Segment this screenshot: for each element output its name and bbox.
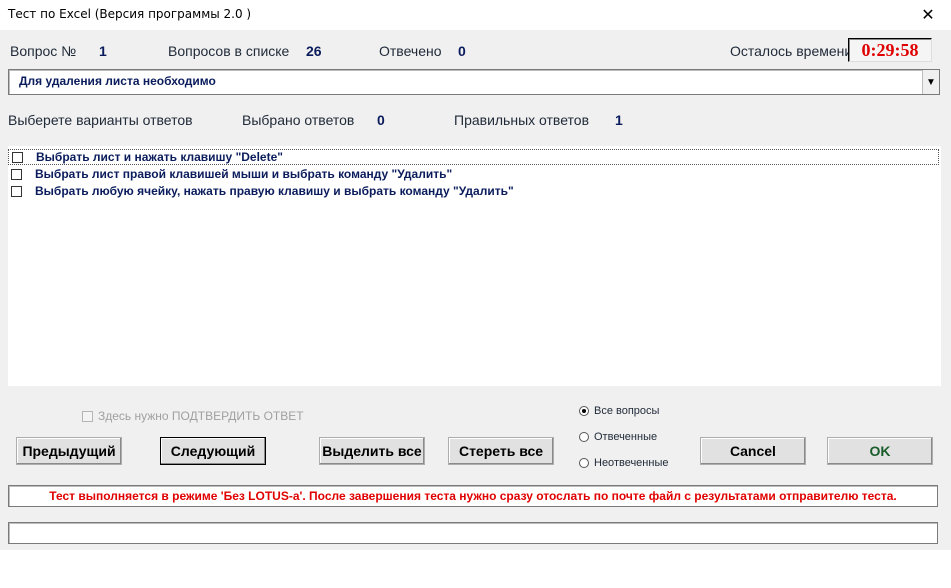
- answers-list: Выбрать лист и нажать клавишу "Delete" В…: [8, 146, 941, 386]
- selected-answers-value: 0: [377, 112, 385, 128]
- radio-selected-icon[interactable]: [579, 406, 589, 416]
- answered-value: 0: [458, 43, 466, 59]
- answer-checkbox[interactable]: [12, 151, 23, 163]
- answer-text: Выбрать любую ячейку, нажать правую клав…: [35, 184, 514, 198]
- status-message: Тест выполняется в режиме 'Без LOTUS-а'.…: [8, 485, 938, 507]
- question-number-value: 1: [99, 43, 107, 59]
- question-count-label: Вопросов в списке: [168, 43, 290, 59]
- correct-answers-label: Правильных ответов: [454, 112, 590, 128]
- filter-all-radio[interactable]: Все вопросы: [579, 405, 659, 417]
- window-title: Тест по Excel (Версия программы 2.0 ): [8, 7, 252, 21]
- answer-checkbox[interactable]: [11, 168, 22, 180]
- close-icon[interactable]: ✕: [905, 0, 951, 30]
- next-button[interactable]: Следующий: [160, 437, 266, 465]
- question-number-label: Вопрос №: [10, 43, 77, 59]
- confirm-label: Здесь нужно ПОДТВЕРДИТЬ ОТВЕТ: [98, 409, 304, 423]
- answer-text: Выбрать лист правой клавишей мыши и выбр…: [35, 167, 453, 181]
- answer-checkbox[interactable]: [11, 185, 22, 197]
- answered-label: Отвечено: [379, 43, 442, 59]
- radio-icon[interactable]: [579, 458, 589, 468]
- ok-button[interactable]: OK: [827, 437, 933, 465]
- answer-option[interactable]: Выбрать лист правой клавишей мыши и выбр…: [8, 166, 452, 182]
- cancel-button[interactable]: Cancel: [700, 437, 806, 465]
- answer-option[interactable]: Выбрать любую ячейку, нажать правую клав…: [8, 183, 514, 199]
- status-secondary-field: [8, 522, 938, 544]
- answer-option[interactable]: Выбрать лист и нажать клавишу "Delete": [8, 149, 939, 165]
- timer-display: 0:29:58: [848, 38, 932, 62]
- filter-all-label: Все вопросы: [594, 405, 660, 417]
- correct-answers-value: 1: [615, 112, 623, 128]
- confirm-answer-checkbox: Здесь нужно ПОДТВЕРДИТЬ ОТВЕТ: [82, 409, 304, 423]
- radio-icon[interactable]: [579, 432, 589, 442]
- question-count-value: 26: [306, 43, 322, 59]
- filter-answered-radio[interactable]: Отвеченные: [579, 431, 657, 443]
- question-select[interactable]: Для удаления листа необходимо ▼: [8, 69, 940, 95]
- filter-unanswered-label: Неотвеченные: [594, 457, 669, 469]
- previous-button[interactable]: Предыдущий: [16, 437, 122, 465]
- title-bar: Тест по Excel (Версия программы 2.0 ) ✕: [0, 0, 951, 30]
- confirm-checkbox-box: [82, 410, 93, 422]
- filter-answered-label: Отвеченные: [594, 431, 658, 443]
- selected-answers-label: Выбрано ответов: [242, 112, 355, 128]
- chevron-down-icon[interactable]: ▼: [922, 70, 939, 94]
- select-all-button[interactable]: Выделить все: [319, 437, 425, 465]
- question-text: Для удаления листа необходимо: [19, 74, 216, 88]
- choose-answers-label: Выберете варианты ответов: [8, 112, 193, 128]
- answer-text: Выбрать лист и нажать клавишу "Delete": [36, 150, 283, 164]
- time-remaining-label: Осталось времени: [730, 43, 853, 59]
- filter-unanswered-radio[interactable]: Неотвеченные: [579, 457, 668, 469]
- clear-all-button[interactable]: Стереть все: [448, 437, 554, 465]
